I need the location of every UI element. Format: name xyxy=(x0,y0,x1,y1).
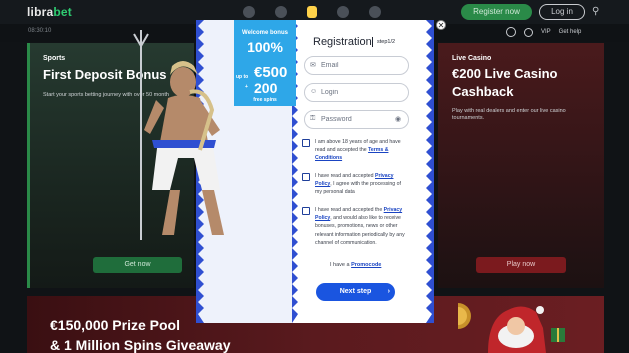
registration-title: Registration xyxy=(313,36,372,48)
privacy-text-pre: I have read and accepted xyxy=(315,173,375,179)
zeus-hero-illustration xyxy=(133,30,224,240)
live-casino-label: Live Casino xyxy=(452,55,492,62)
brand-logo[interactable]: librabet xyxy=(27,5,72,19)
age-badge-icon xyxy=(506,27,516,37)
banner-title-2: & 1 Million Spins Giveaway xyxy=(50,337,231,353)
next-step-button[interactable]: Next step › xyxy=(316,283,395,301)
logo-text: libra xyxy=(27,5,54,19)
login-input[interactable] xyxy=(321,86,401,99)
top-nav xyxy=(243,6,381,18)
santa-illustration xyxy=(458,303,565,353)
get-now-button[interactable]: Get now xyxy=(93,257,182,273)
marketing-text: I have read and accepted the Privacy Pol… xyxy=(315,206,409,247)
password-field[interactable]: ⚿ ◉ xyxy=(304,110,409,129)
login-field[interactable]: ☺ xyxy=(304,83,409,102)
live-casino-desc: Play with real dealers and enter our liv… xyxy=(452,108,566,121)
privacy-text: I have read and accepted Privacy Policy,… xyxy=(315,172,409,197)
envelope-icon: ✉ xyxy=(310,62,316,69)
soccer-ball-icon[interactable] xyxy=(275,6,287,18)
log-in-button[interactable]: Log in xyxy=(539,4,585,20)
chat-icon[interactable] xyxy=(369,6,381,18)
live-casino-title-1: €200 Live Casino xyxy=(452,66,558,81)
password-input[interactable] xyxy=(321,113,401,126)
play-now-button[interactable]: Play now xyxy=(476,257,566,273)
sports-label: Sports xyxy=(43,55,66,62)
get-help-link[interactable]: Get help xyxy=(559,29,582,35)
rabbit-icon[interactable] xyxy=(337,6,349,18)
promocode-text: I have a xyxy=(330,262,352,268)
next-step-label: Next step xyxy=(339,288,372,295)
slot-icon[interactable] xyxy=(307,6,317,18)
globe-icon[interactable] xyxy=(524,27,533,37)
sub-bar-actions: VIP Get help xyxy=(506,27,581,37)
privacy-checkbox[interactable] xyxy=(302,173,310,181)
promocode-link[interactable]: Promocode xyxy=(351,262,381,268)
terms-text: I am above 18 years of age and have read… xyxy=(315,138,409,163)
vip-link[interactable]: VIP xyxy=(541,29,551,35)
email-input[interactable] xyxy=(321,59,401,72)
show-password-icon[interactable]: ◉ xyxy=(395,115,401,123)
ornament-border-right xyxy=(426,20,434,323)
email-field[interactable]: ✉ xyxy=(304,56,409,75)
clock: 08:30:10 xyxy=(28,28,52,34)
close-icon: ✕ xyxy=(437,21,445,30)
lock-icon: ⚿ xyxy=(310,115,316,122)
title-divider xyxy=(372,37,373,47)
search-icon[interactable]: ⚲ xyxy=(592,6,599,17)
marketing-text-pre: I have read and accepted the xyxy=(315,207,384,213)
marketing-checkbox[interactable] xyxy=(302,207,310,215)
step-indicator: step1/2 xyxy=(377,39,396,45)
terms-checkbox[interactable] xyxy=(302,139,310,147)
promocode-line: I have a Promocode xyxy=(330,262,381,268)
chevron-right-icon: › xyxy=(387,288,390,295)
register-now-button[interactable]: Register now xyxy=(461,4,532,20)
user-icon: ☺ xyxy=(310,88,318,95)
close-modal-button[interactable]: ✕ xyxy=(436,20,446,30)
logo-text-accent: bet xyxy=(53,5,72,19)
bonus-amount: €500 xyxy=(254,64,288,81)
banner-title-1: €150,000 Prize Pool xyxy=(50,317,180,333)
live-casino-title-2: Cashback xyxy=(452,84,514,99)
football-icon[interactable] xyxy=(243,6,255,18)
